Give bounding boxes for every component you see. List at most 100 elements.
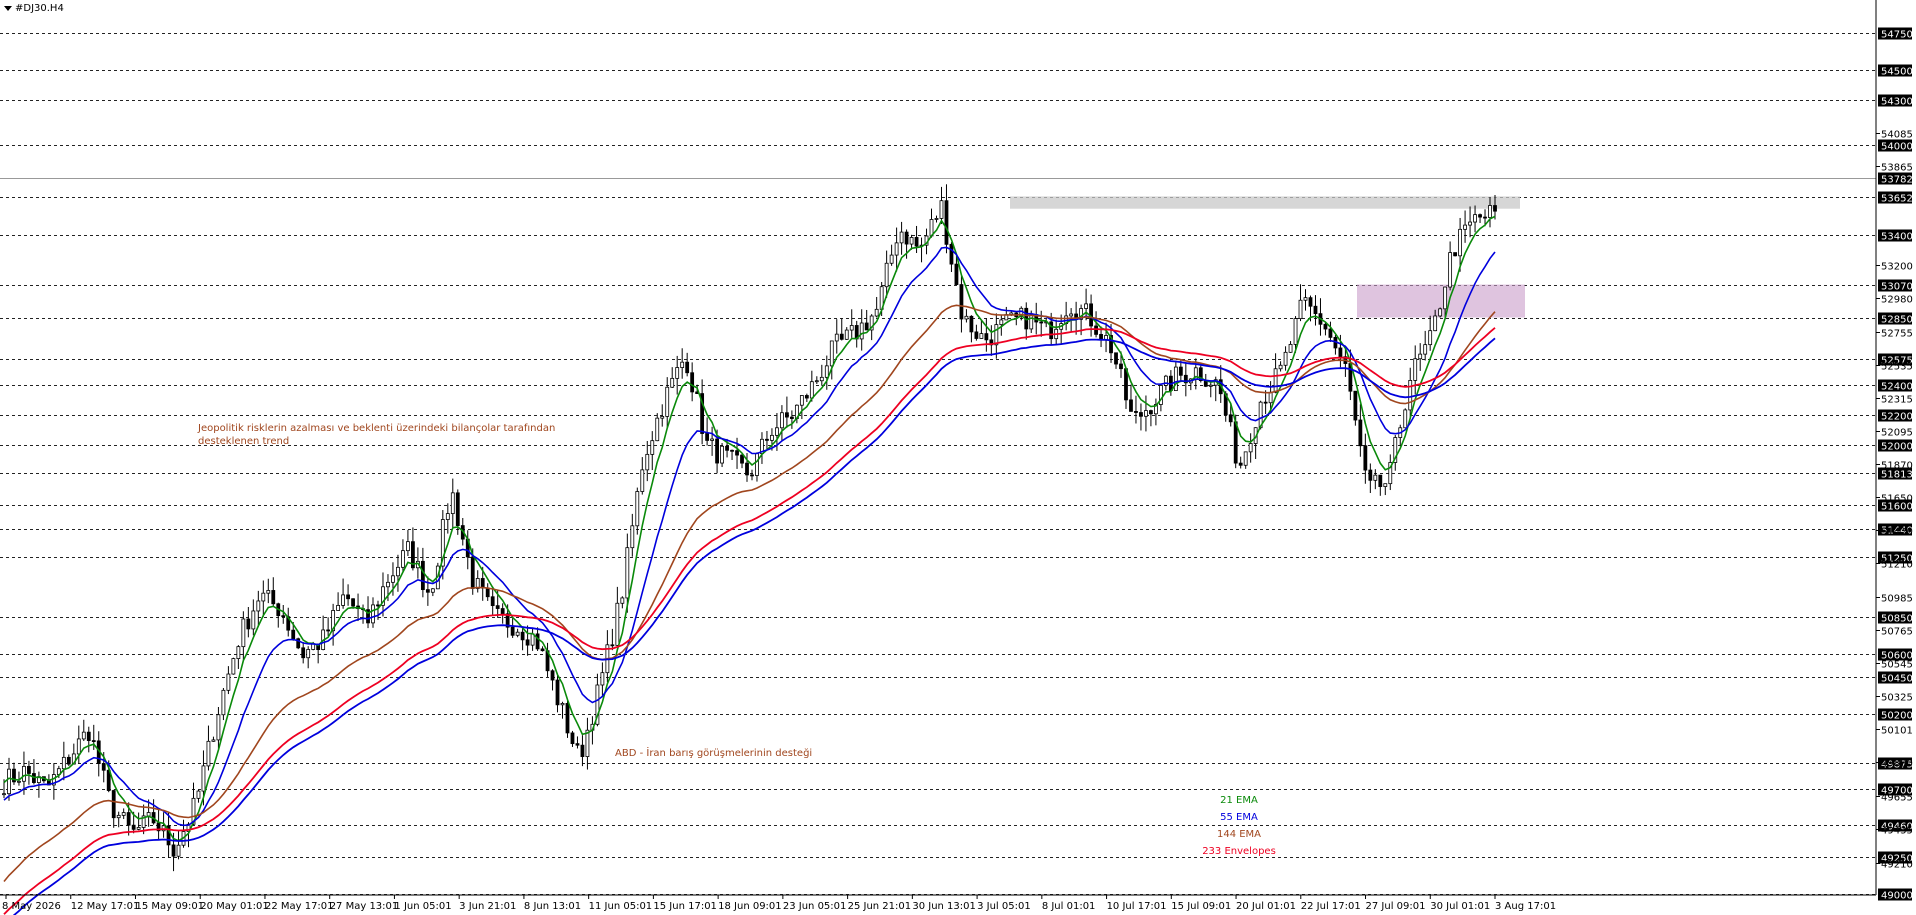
time-tick-label: 25 Jun 21:01 [848, 901, 912, 912]
candle-body [620, 597, 625, 604]
candle-body [859, 322, 864, 340]
candle-body [1139, 412, 1143, 417]
time-tick-label: 18 Jun 09:01 [718, 901, 782, 912]
candle-body [745, 462, 749, 476]
candles [2, 184, 1497, 872]
current-price-label: 53782 [1881, 175, 1913, 186]
candle-body [974, 331, 979, 339]
resistance-zone [1010, 196, 1520, 209]
chart-area[interactable]: 54750 54500 54300 54000 53652 53400 53070 52850… [0, 0, 1916, 915]
candle-body [131, 824, 136, 830]
candle-body [884, 262, 889, 288]
candle-body [1263, 401, 1268, 404]
candle-body [1094, 325, 1098, 335]
price-level-label: 53652 [1881, 194, 1913, 205]
candle-body [266, 590, 271, 594]
price-chart[interactable]: 54750 54500 54300 54000 53652 53400 53070 52850… [0, 0, 1916, 915]
candle-body [206, 740, 211, 767]
candle-body [470, 556, 475, 589]
candle-body [1173, 366, 1178, 392]
candle-body [455, 492, 460, 526]
candle-body [281, 615, 286, 618]
candle-body [391, 575, 395, 583]
candle-body [1288, 343, 1293, 353]
price-tick-label: 49435 [1881, 826, 1913, 837]
candle-body [979, 333, 984, 339]
candle-body [580, 744, 585, 758]
price-tick-label: 50765 [1881, 627, 1913, 638]
candle-body [1378, 474, 1383, 487]
price-level-label: 54500 [1881, 67, 1913, 78]
candle-body [555, 679, 560, 706]
candle-body [176, 844, 181, 857]
candle-body [844, 329, 849, 340]
candle-body [720, 445, 724, 464]
candle-body [1473, 214, 1477, 223]
price-tick-label: 54085 [1881, 130, 1913, 141]
candle-body [136, 827, 141, 830]
candle-body [610, 644, 615, 647]
candle-body [799, 395, 804, 406]
candle-body [485, 587, 490, 598]
annotation-trend-line2: desteklenen trend [198, 436, 289, 447]
candle-body [804, 395, 809, 399]
candle-body [1478, 214, 1482, 218]
candle-body [735, 450, 739, 456]
candle-body [670, 377, 675, 388]
price-tick-label: 51870 [1881, 461, 1913, 472]
time-tick-label: 22 May 17:01 [265, 901, 334, 912]
time-tick-label: 3 Jun 21:01 [459, 901, 516, 912]
candle-body [1283, 351, 1288, 366]
time-tick-label: 20 Jul 01:01 [1236, 901, 1296, 912]
candle-body [196, 790, 201, 799]
triangle-down-icon[interactable] [4, 6, 12, 11]
candle-body [346, 594, 350, 600]
price-level-label: 54300 [1881, 97, 1913, 108]
candle-body [116, 814, 121, 819]
candle-body [91, 740, 96, 742]
candle-body [1443, 286, 1448, 310]
candle-body [81, 731, 86, 740]
candle-body [1358, 419, 1363, 447]
candle-body [675, 367, 680, 379]
candle-body [1453, 252, 1458, 257]
annotation-trend-line1: Jeopolitik risklerin azalması ve beklent… [197, 423, 555, 434]
symbol-header[interactable]: #DJ30.H4 [4, 3, 64, 14]
candle-body [660, 415, 665, 419]
price-level-label: 54750 [1881, 30, 1913, 41]
candle-body [789, 416, 794, 419]
price-tick-label: 50985 [1881, 594, 1913, 605]
candle-body [1248, 443, 1253, 453]
price-tick-label: 50101 [1881, 726, 1913, 737]
candle-body [1119, 363, 1123, 370]
candle-body [984, 333, 989, 341]
candle-body [770, 434, 774, 441]
candle-body [550, 670, 555, 681]
candle-body [1114, 352, 1118, 365]
candle-body [251, 610, 256, 630]
candle-body [1353, 390, 1358, 421]
price-tick-label: 51430 [1881, 527, 1913, 538]
ema144-line [3, 304, 1496, 883]
candle-body [1493, 205, 1497, 212]
candle-body [1233, 421, 1238, 464]
price-level-label: 52400 [1881, 382, 1913, 393]
price-tick-label: 53200 [1881, 262, 1913, 273]
candle-body [1363, 445, 1368, 471]
candle-body [819, 376, 824, 382]
candle-body [1313, 305, 1318, 315]
candle-body [231, 658, 236, 675]
candle-body [7, 768, 11, 795]
candle-body [256, 600, 261, 612]
candle-body [535, 633, 540, 650]
candle-body [894, 242, 899, 256]
ema55-line [3, 246, 1496, 827]
candle-body [625, 547, 630, 599]
candle-body [1483, 216, 1487, 219]
time-tick-label: 22 Jul 17:01 [1301, 901, 1361, 912]
time-tick-label: 1 Jun 05:01 [394, 901, 451, 912]
candle-body [740, 454, 744, 464]
time-tick-label: 15 May 09:01 [135, 901, 204, 912]
candle-body [575, 743, 580, 746]
time-tick-label: 8 Jul 01:01 [1042, 901, 1096, 912]
